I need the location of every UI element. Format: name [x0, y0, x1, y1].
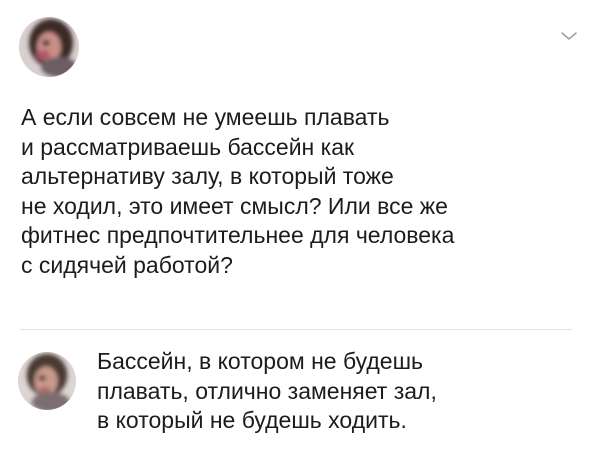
reply-text: Бассейн, в котором не будешь плавать, от… — [97, 348, 437, 433]
tweet-text: А если совсем не умеешь плавать и рассма… — [21, 104, 455, 278]
chevron-down-icon[interactable] — [559, 26, 579, 46]
divider — [20, 329, 572, 330]
author-avatar[interactable] — [19, 17, 79, 77]
user-avatar-icon — [18, 352, 76, 410]
user-avatar-icon — [19, 17, 79, 77]
reply-author-avatar[interactable] — [18, 352, 76, 410]
tweet-card: А если совсем не умеешь плавать и рассма… — [0, 0, 600, 473]
